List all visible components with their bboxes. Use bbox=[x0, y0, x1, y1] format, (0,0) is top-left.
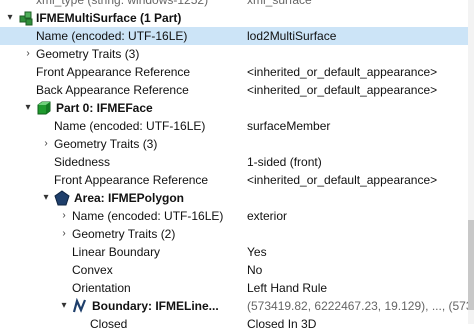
tree-row-front-appearance[interactable]: Front Appearance Reference <inherited_or… bbox=[0, 63, 474, 81]
scrollbar-thumb[interactable] bbox=[468, 220, 474, 310]
feature-inspector-tree: xml_type (string: windows-1252) xml_surf… bbox=[0, 0, 474, 331]
attribute-name: Name (encoded: UTF-16LE) bbox=[72, 209, 224, 223]
multisurface-icon bbox=[18, 10, 34, 26]
attribute-name: Orientation bbox=[72, 281, 131, 295]
attribute-value: surfaceMember bbox=[247, 119, 331, 133]
attribute-value: xml_surface bbox=[247, 0, 312, 7]
attribute-value: Yes bbox=[247, 245, 267, 259]
attribute-name: Linear Boundary bbox=[72, 245, 161, 259]
tree-row-orientation[interactable]: Orientation Left Hand Rule bbox=[0, 279, 474, 297]
tree-row-front-appearance[interactable]: Front Appearance Reference <inherited_or… bbox=[0, 171, 474, 189]
tree-row-name[interactable]: › Name (encoded: UTF-16LE) exterior bbox=[0, 207, 474, 225]
attribute-name: Sidedness bbox=[54, 155, 111, 169]
tree-row-linear-boundary[interactable]: Linear Boundary Yes bbox=[0, 243, 474, 261]
attribute-value: lod2MultiSurface bbox=[247, 29, 337, 43]
attribute-name: Convex bbox=[72, 263, 113, 277]
tree-row-name[interactable]: Name (encoded: UTF-16LE) surfaceMember bbox=[0, 117, 474, 135]
tree-row-multisurface[interactable]: ▾ IFMEMultiSurface (1 Part) bbox=[0, 9, 474, 27]
geometry-part-label: IFMEMultiSurface (1 Part) bbox=[36, 11, 182, 25]
chevron-right-icon[interactable]: › bbox=[40, 138, 52, 150]
tree-row-geometry-traits[interactable]: › Geometry Traits (2) bbox=[0, 225, 474, 243]
tree-row-back-appearance[interactable]: Back Appearance Reference <inherited_or_… bbox=[0, 81, 474, 99]
chevron-right-icon[interactable]: › bbox=[58, 210, 70, 222]
tree-row-closed[interactable]: Closed Closed In 3D bbox=[0, 315, 474, 333]
attribute-value: <inherited_or_default_appearance> bbox=[247, 83, 438, 97]
tree-row-polygon[interactable]: ▾ Area: IFMEPolygon bbox=[0, 189, 474, 207]
attribute-value: No bbox=[247, 263, 263, 277]
tree-row-sidedness[interactable]: Sidedness 1-sided (front) bbox=[0, 153, 474, 171]
chevron-right-icon[interactable]: › bbox=[22, 48, 34, 60]
tree-row-geometry-traits[interactable]: › Geometry Traits (3) bbox=[0, 45, 474, 63]
chevron-down-icon[interactable]: ▾ bbox=[40, 192, 52, 204]
attribute-value: Left Hand Rule bbox=[247, 281, 328, 295]
tree-row-face[interactable]: ▾ Part 0: IFMEFace bbox=[0, 99, 474, 117]
chevron-right-icon[interactable]: › bbox=[58, 228, 70, 240]
attribute-value: (573419.82, 6222467.23, 19.129), ..., (5… bbox=[247, 299, 469, 313]
attribute-value: <inherited_or_default_appearance> bbox=[247, 173, 438, 187]
attribute-name: Back Appearance Reference bbox=[36, 83, 189, 97]
vertical-scrollbar[interactable] bbox=[468, 0, 474, 324]
attribute-name: Geometry Traits (2) bbox=[72, 227, 176, 241]
geometry-part-label: Boundary: IFMELine... bbox=[92, 299, 219, 313]
attribute-name: Front Appearance Reference bbox=[36, 65, 191, 79]
attribute-name: Closed bbox=[90, 317, 128, 331]
attribute-name: xml_type (string: windows-1252) bbox=[36, 0, 209, 7]
attribute-value: 1-sided (front) bbox=[247, 155, 322, 169]
tree-row-name[interactable]: Name (encoded: UTF-16LE) lod2MultiSurfac… bbox=[0, 27, 474, 45]
attribute-value: Closed In 3D bbox=[247, 317, 317, 331]
polygon-icon bbox=[54, 190, 70, 206]
attribute-value: exterior bbox=[247, 209, 288, 223]
tree-row-convex[interactable]: Convex No bbox=[0, 261, 474, 279]
geometry-part-label: Part 0: IFMEFace bbox=[56, 101, 153, 115]
line-icon bbox=[72, 297, 88, 314]
geometry-part-label: Area: IFMEPolygon bbox=[74, 191, 185, 205]
attribute-name: Front Appearance Reference bbox=[54, 173, 209, 187]
attribute-name: Geometry Traits (3) bbox=[36, 47, 140, 61]
chevron-down-icon[interactable]: ▾ bbox=[4, 12, 16, 24]
chevron-down-icon[interactable]: ▾ bbox=[22, 102, 34, 114]
attribute-name: Name (encoded: UTF-16LE) bbox=[36, 29, 188, 43]
attribute-value: <inherited_or_default_appearance> bbox=[247, 65, 438, 79]
attribute-name: Geometry Traits (3) bbox=[54, 137, 158, 151]
tree-row-geometry-traits[interactable]: › Geometry Traits (3) bbox=[0, 135, 474, 153]
face-icon bbox=[36, 100, 52, 116]
attribute-name: Name (encoded: UTF-16LE) bbox=[54, 119, 206, 133]
chevron-down-icon[interactable]: ▾ bbox=[58, 300, 70, 312]
tree-row-xml-type[interactable]: xml_type (string: windows-1252) xml_surf… bbox=[0, 0, 474, 9]
tree-row-boundary[interactable]: ▾ Boundary: IFMELine... (573419.82, 6222… bbox=[0, 297, 474, 315]
